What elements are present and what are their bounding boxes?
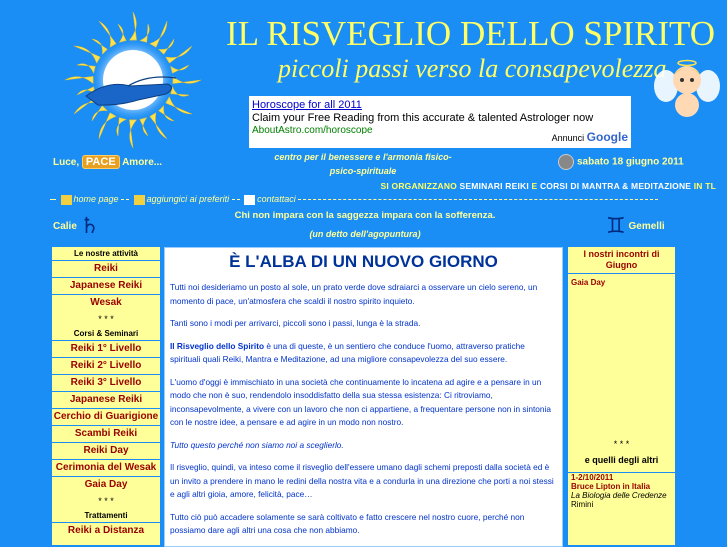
sun-ray [129,119,138,149]
tagline-after: Amore... [122,157,163,168]
quote-source: (un detto dell'agopuntura) [309,229,421,239]
nav-favorites-link[interactable]: aggiungici ai preferiti [147,194,230,204]
mail-icon [244,194,256,205]
date-box: sabato 18 giugno 2011 [558,154,684,170]
gemini-icon: ♊ [606,214,626,239]
sidebar-separator: * * * [98,496,114,506]
right-sidebar: I nostri incontri di Giugno Gaia Day * *… [568,247,675,545]
left-sidebar: Le nostre attività Reiki Japanese Reiki … [52,247,160,545]
sun-ray [64,76,94,85]
sidebar-link[interactable]: Reiki 3° Livello [52,374,160,391]
clock-icon [558,154,574,170]
article-paragraph: Tutto ciò può accadere solamente se sarà… [170,511,525,536]
sun-ray [172,75,202,84]
article-paragraph: Tutti noi desideriamo un posto al sole, … [170,282,538,306]
sidebar-heading: Corsi & Seminari [73,329,139,338]
ad-title-link[interactable]: Horoscope for all 2011 [252,99,362,111]
org-line-part: SI ORGANIZZANO [380,181,457,191]
tagline: Luce, PACE Amore... [53,155,162,169]
article-italic: Tutto questo perché non siamo noi a sceg… [170,439,344,450]
angel-mascot [654,59,720,117]
current-date: sabato 18 giugno 2011 [577,156,684,168]
org-line-part: E [531,181,538,191]
sidebar-link[interactable]: Scambi Reiki [52,425,160,442]
sidebar-link[interactable]: Cerchio di Guarigione [52,408,160,425]
pace-badge[interactable]: PACE [81,155,120,169]
org-line-part: SEMINARI REIKI [459,181,529,191]
event-link[interactable]: Gaia Day [568,273,675,287]
main-content: È L'ALBA DI UN NUOVO GIORNO Tutti noi de… [164,247,563,547]
sidebar-link[interactable]: Cerimonia del Wesak [52,459,160,476]
org-line-part: IN TL [693,181,716,191]
nav-divider [298,199,659,201]
quote: Chi non impara con la saggezza impara co… [234,210,496,221]
nav-divider [121,199,130,201]
event-location: Rimini [571,500,594,509]
sidebar-link[interactable]: Wesak [52,294,160,311]
event-link[interactable]: Bruce Lipton in Italia [568,482,675,491]
sidebar-separator: * * * [98,314,114,324]
article-emphasis: Il Risveglio dello Spirito [170,340,265,351]
sidebar-link[interactable]: Reiki 1° Livello [52,340,160,357]
zodiac-right-label: Gemelli [628,221,665,233]
article-paragraph: Il Risveglio dello Spirito è una di ques… [170,340,557,367]
tagline-before: Luce, [53,157,80,168]
saturn-icon: ♄ [79,214,100,239]
article-paragraph: L'uomo d'oggi è immischiato in una socie… [170,376,551,428]
zodiac-right[interactable]: ♊ Gemelli [606,214,665,239]
ad-banner[interactable]: Horoscope for all 2011 Claim your Free R… [249,96,631,148]
zodiac-left[interactable]: Calie ♄ [53,214,99,239]
nav-contacts-link[interactable]: contattaci [257,194,296,204]
sidebar-link[interactable]: Japanese Reiki [52,391,160,408]
event-date: 1-2/10/2011 [568,472,675,482]
event-subtitle: La Biologia delle Credenze [571,491,667,500]
sidebar-heading: Trattamenti [84,511,128,520]
nav-home-link[interactable]: home page [74,194,119,204]
ad-credit-brand: Google [586,130,628,144]
site-subtitle: piccoli passi verso la consapevolezza [278,54,667,83]
sidebar-heading: Le nostre attività [73,249,138,258]
ad-credit[interactable]: Annunci Google [552,130,628,144]
center-description: centro per il benessere e l'armonia fisi… [274,152,452,176]
ad-text: Claim your Free Reading from this accura… [252,112,594,124]
sidebar-link[interactable]: Reiki a Distanza [52,522,160,539]
article-paragraph: Tutto questo perché non siamo noi a sceg… [170,439,557,453]
home-icon [60,194,72,205]
article-paragraph: Il risveglio, quindi, va inteso come il … [170,462,554,499]
events-heading: I nostri incontri di Giugno [583,249,660,270]
sun-ray [128,11,137,41]
nav-divider [231,199,240,201]
org-line: SI ORGANIZZANO SEMINARI REIKI E CORSI DI… [381,181,716,191]
sidebar-link[interactable]: Reiki [52,260,160,277]
sidebar-link[interactable]: Gaia Day [52,476,160,493]
ad-url[interactable]: AboutAstro.com/horoscope [252,125,373,134]
sidebar-link[interactable]: Reiki Day [52,442,160,459]
site-title: IL RISVEGLIO DELLO SPIRITO [226,14,715,53]
article-title: È L'ALBA DI UN NUOVO GIORNO [229,252,498,271]
article-paragraph: Tanti sono i modi per arrivarci, piccoli… [170,318,421,328]
bookmark-icon [133,194,145,205]
nav-bar: home page aggiungici ai preferiti contat… [50,194,659,206]
sun-hands-logo[interactable] [58,10,208,150]
others-events-heading: e quelli degli altri [584,455,659,465]
nav-divider [50,199,56,201]
zodiac-left-label: Calie [53,221,77,233]
sidebar-link[interactable]: Reiki 2° Livello [52,357,160,374]
sidebar-link[interactable]: Japanese Reiki [52,277,160,294]
ad-credit-prefix: Annunci [551,133,585,143]
org-line-part: CORSI DI MANTRA & MEDITAZIONE [539,181,692,191]
sidebar-separator: * * * [613,439,630,449]
